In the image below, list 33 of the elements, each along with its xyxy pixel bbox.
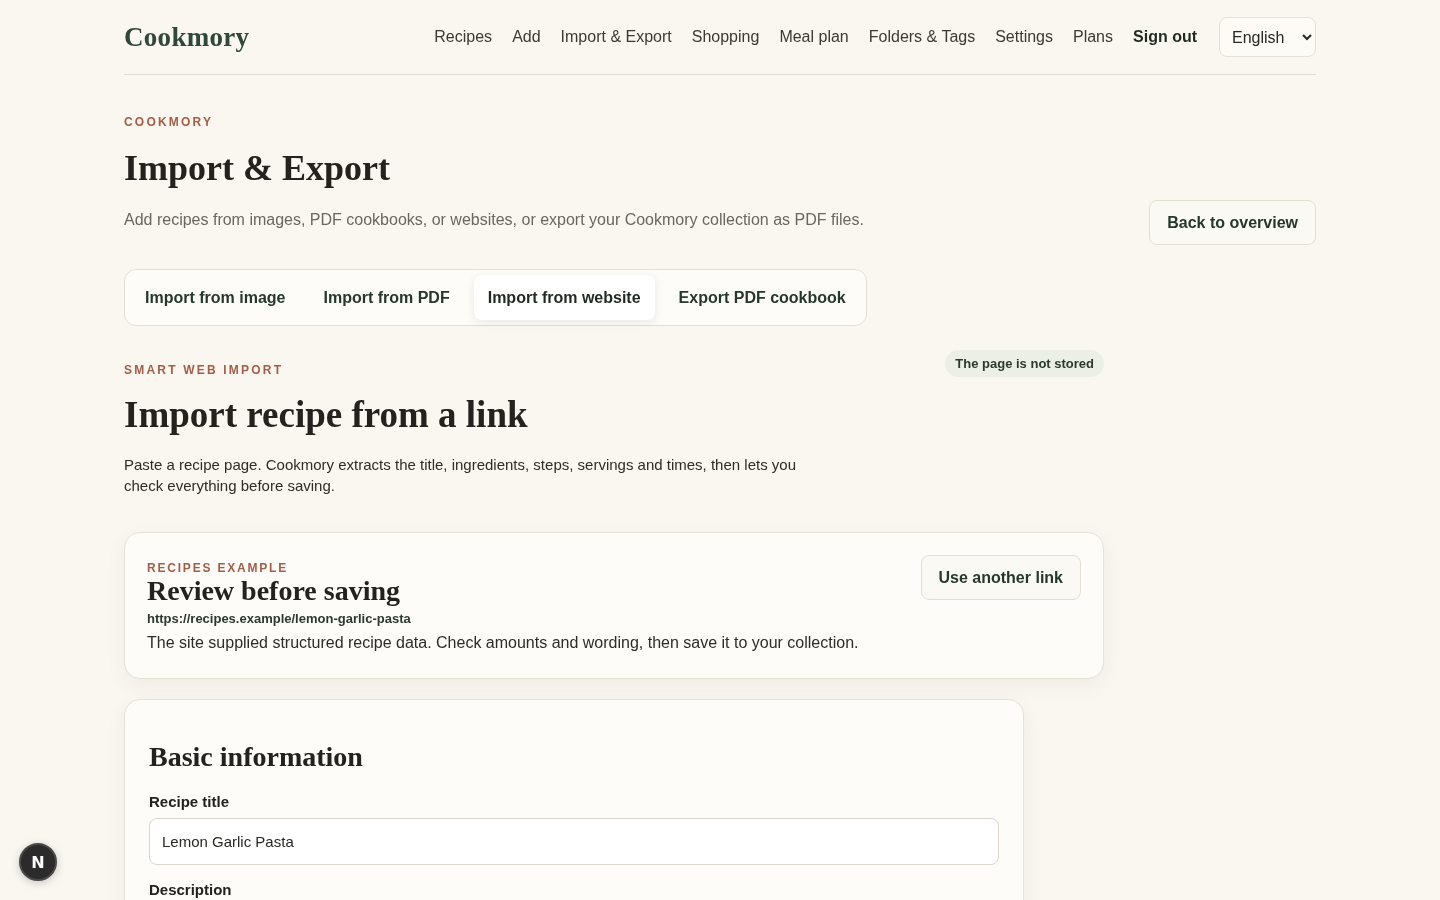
form-section-title: Basic information: [149, 741, 364, 773]
nav-link[interactable]: Import & Export: [560, 28, 672, 46]
privacy-badge: The page is not stored: [945, 350, 1104, 377]
nav-link[interactable]: Shopping: [691, 28, 760, 46]
nav-link[interactable]: Plans: [1073, 28, 1113, 46]
back-to-overview-button[interactable]: Back to overview: [1149, 200, 1316, 245]
dev-tools-button[interactable]: N: [19, 843, 57, 881]
page-subtitle: Add recipes from images, PDF cookbooks, or websites, or export your Cookmory collection as PDF files.: [124, 211, 864, 229]
field-label: Recipe title: [149, 793, 231, 810]
nav-link[interactable]: Recipes: [434, 28, 493, 46]
nav-link[interactable]: Add: [512, 28, 541, 46]
nav-link[interactable]: Meal plan: [779, 28, 849, 46]
card-note: The site supplied structured recipe data. Check amounts and wording, then save it to your collection.: [147, 634, 859, 652]
use-another-link-button[interactable]: Use another link: [920, 555, 1081, 600]
section-eyebrow: SMART WEB IMPORT: [124, 363, 284, 377]
section-title: Import recipe from a link: [124, 393, 529, 436]
nav-link[interactable]: Settings: [995, 28, 1053, 46]
source-url: https://recipes.example/lemon-garlic-pasta: [147, 611, 412, 626]
card-title: Review before saving: [147, 575, 401, 607]
tab[interactable]: Import from image: [131, 275, 300, 320]
page-title: Import & Export: [124, 147, 391, 189]
language-select[interactable]: English: [1219, 17, 1316, 57]
eyebrow-label: COOKMORY: [124, 115, 215, 129]
text-input[interactable]: Lemon Garlic Pasta: [149, 818, 999, 865]
tab[interactable]: Import from website: [473, 275, 655, 320]
nav-link[interactable]: Folders & Tags: [868, 28, 976, 46]
field-label: Description: [149, 881, 233, 898]
card-eyebrow: RECIPES EXAMPLE: [147, 561, 290, 575]
section-description: Paste a recipe page. Cookmory extracts the title, ingredients, steps, servings and times, then lets you check everything before saving.: [124, 455, 797, 496]
logo[interactable]: Cookmory: [124, 21, 250, 53]
sign-out-link[interactable]: Sign out: [1133, 28, 1197, 46]
tab[interactable]: Import from PDF: [309, 275, 464, 320]
tab[interactable]: Export PDF cookbook: [664, 275, 860, 320]
